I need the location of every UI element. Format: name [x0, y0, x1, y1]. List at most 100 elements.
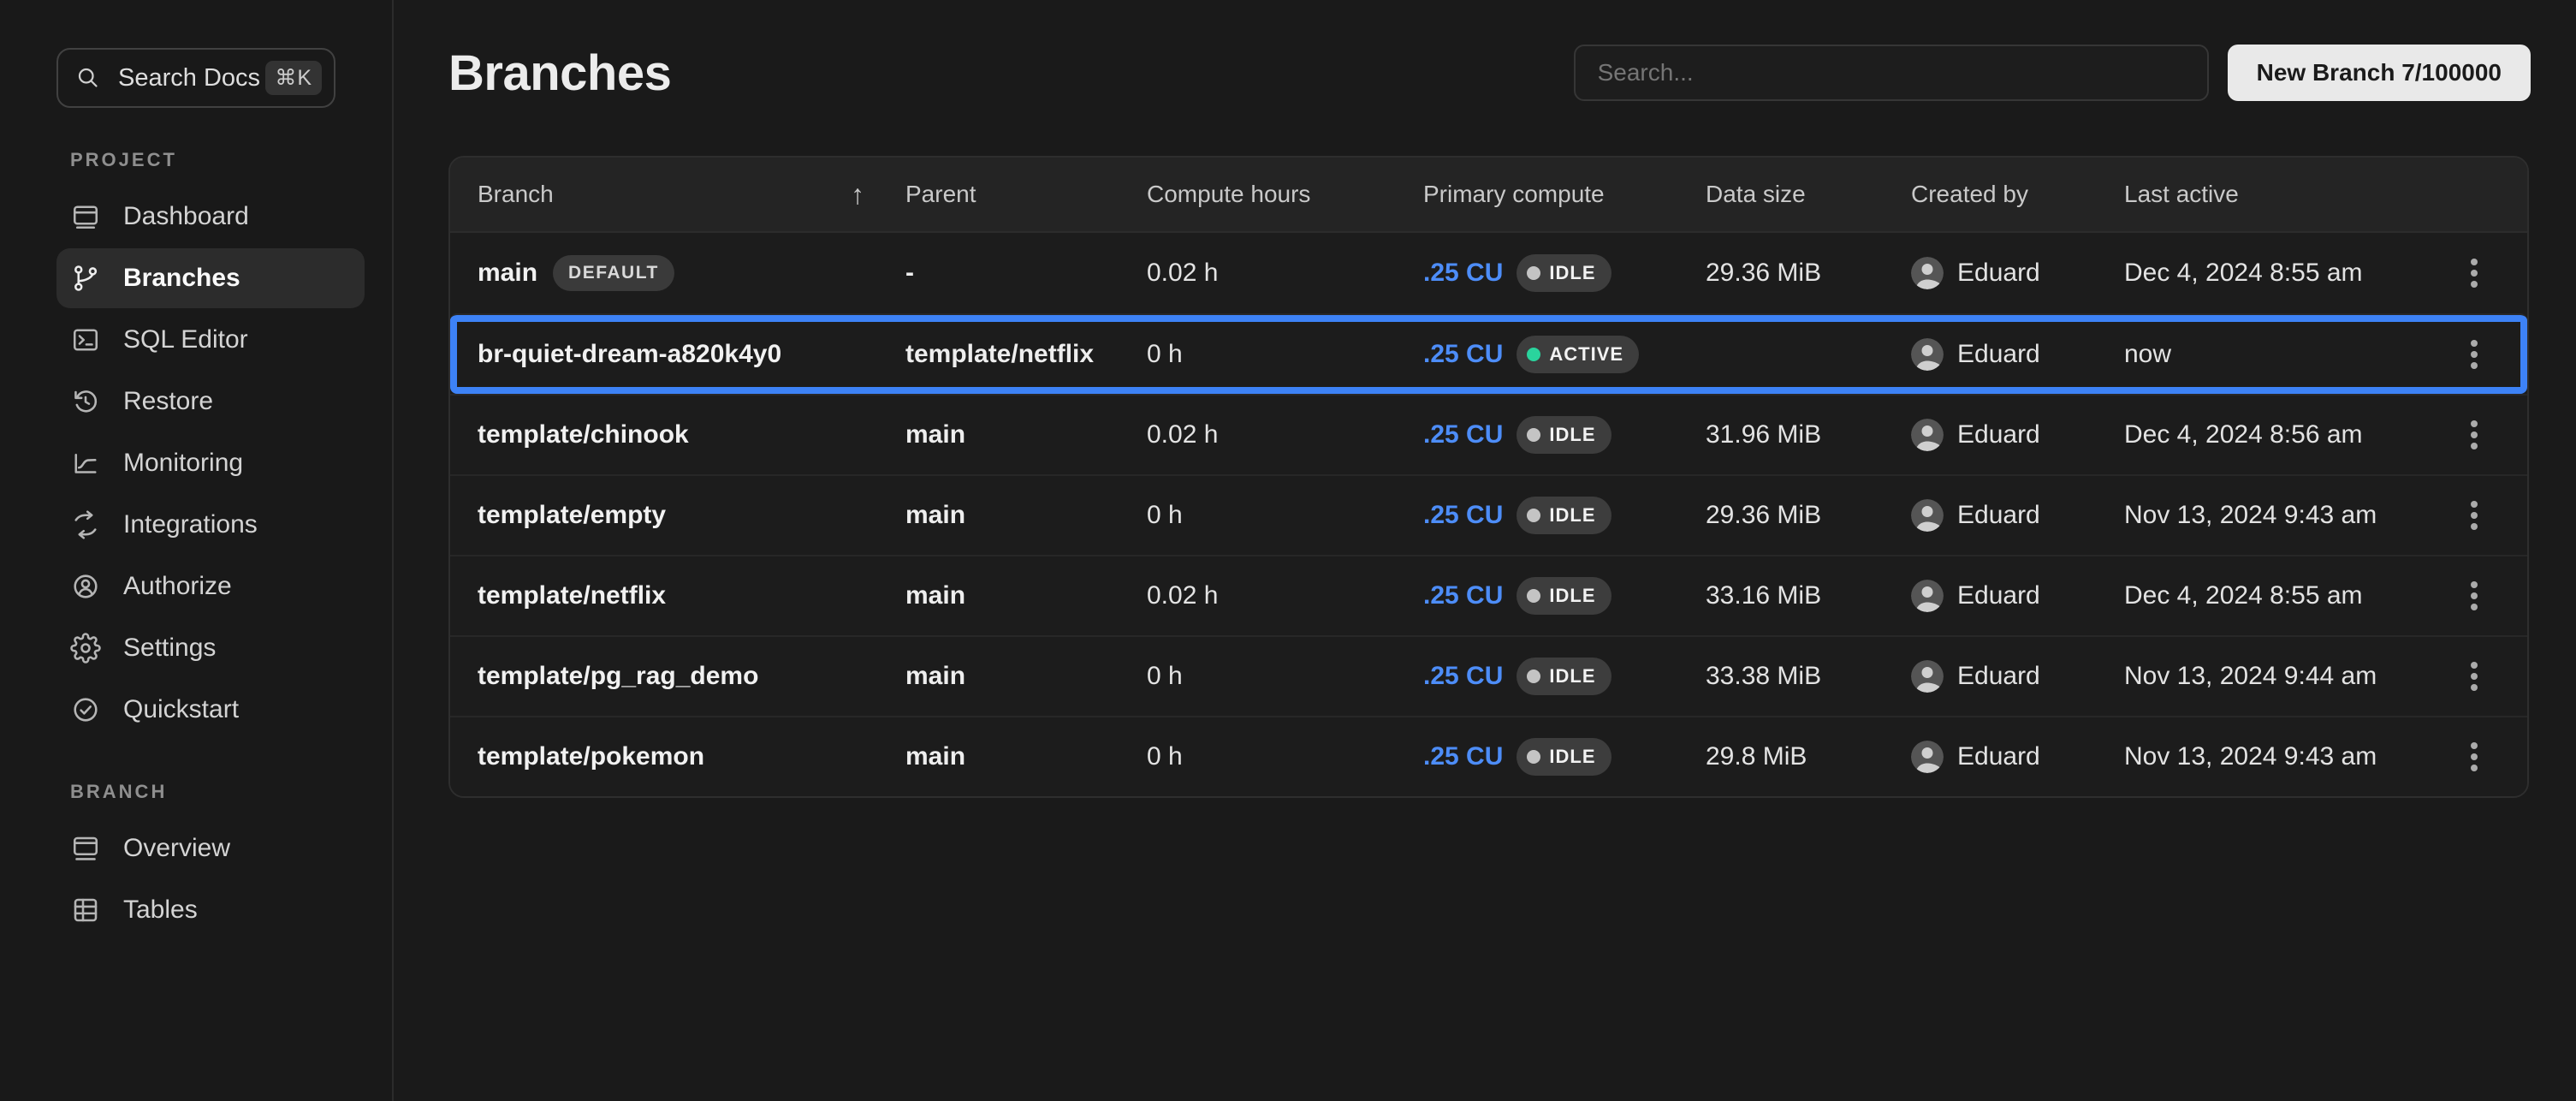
status-dot-icon: [1527, 589, 1540, 603]
column-header-label: Data size: [1706, 181, 1806, 208]
page-title: Branches: [448, 45, 671, 102]
new-branch-button[interactable]: New Branch 7/100000: [2228, 45, 2531, 101]
sidebar-nav: PROJECTDashboardBranchesSQL EditorRestor…: [56, 149, 365, 940]
row-menu-button[interactable]: [2450, 327, 2498, 382]
sidebar-item-label: Restore: [123, 387, 213, 416]
status-dot-icon: [1527, 348, 1540, 361]
column-header-compute-hours[interactable]: Compute hours: [1147, 181, 1423, 208]
page-header: Branches New Branch 7/100000: [448, 38, 2531, 108]
compute-unit-link[interactable]: .25 CU: [1423, 581, 1503, 610]
status-label: IDLE: [1549, 262, 1595, 284]
branch-search-input[interactable]: [1574, 45, 2209, 101]
compute-unit-link[interactable]: .25 CU: [1423, 340, 1503, 369]
compute-unit-link[interactable]: .25 CU: [1423, 259, 1503, 288]
last-active-cell: Nov 13, 2024 9:43 am: [2124, 742, 2442, 771]
table-body: mainDEFAULT-0.02 h.25 CUIDLE29.36 MiBEdu…: [450, 233, 2527, 796]
column-header-parent[interactable]: Parent: [905, 181, 1147, 208]
table-row[interactable]: template/netflixmain0.02 h.25 CUIDLE33.1…: [450, 555, 2527, 635]
row-menu-button[interactable]: [2450, 729, 2498, 784]
table-row[interactable]: template/pokemonmain0 h.25 CUIDLE29.8 Mi…: [450, 716, 2527, 796]
column-header-created-by[interactable]: Created by: [1911, 181, 2124, 208]
avatar: [1911, 580, 1944, 612]
sidebar-item-label: Quickstart: [123, 695, 239, 724]
last-active-cell: Nov 13, 2024 9:43 am: [2124, 501, 2442, 530]
compute-hours-cell: 0 h: [1147, 742, 1423, 771]
sidebar-item-integrations[interactable]: Integrations: [56, 495, 365, 555]
sidebar-item-monitoring[interactable]: Monitoring: [56, 433, 365, 493]
creator-name: Eduard: [1957, 501, 2040, 530]
row-menu-button[interactable]: [2450, 408, 2498, 462]
last-active-cell: Dec 4, 2024 8:55 am: [2124, 581, 2442, 610]
sidebar-item-label: Monitoring: [123, 449, 243, 478]
status-badge: IDLE: [1517, 738, 1611, 776]
status-label: IDLE: [1549, 585, 1595, 607]
sidebar-item-sql-editor[interactable]: SQL Editor: [56, 310, 365, 370]
table-row[interactable]: template/pg_rag_demomain0 h.25 CUIDLE33.…: [450, 635, 2527, 716]
status-dot-icon: [1527, 428, 1540, 442]
compute-hours-cell: 0 h: [1147, 501, 1423, 530]
table-row[interactable]: template/chinookmain0.02 h.25 CUIDLE31.9…: [450, 394, 2527, 474]
compute-unit-link[interactable]: .25 CU: [1423, 420, 1503, 449]
branch-name: template/pokemon: [478, 742, 704, 771]
status-badge: IDLE: [1517, 254, 1611, 292]
primary-compute-cell: .25 CUACTIVE: [1423, 336, 1706, 373]
avatar: [1911, 741, 1944, 773]
column-header-data-size[interactable]: Data size: [1706, 181, 1911, 208]
creator-name: Eduard: [1957, 662, 2040, 691]
compute-hours-cell: 0.02 h: [1147, 259, 1423, 288]
branch-name: br-quiet-dream-a820k4y0: [478, 340, 781, 369]
column-header-last-active[interactable]: Last active: [2124, 181, 2442, 208]
compute-unit-link[interactable]: .25 CU: [1423, 742, 1503, 771]
avatar: [1911, 499, 1944, 532]
data-size-cell: 31.96 MiB: [1706, 420, 1911, 449]
column-header-label: Parent: [905, 181, 976, 208]
row-menu-button[interactable]: [2450, 488, 2498, 543]
data-size-cell: 29.36 MiB: [1706, 501, 1911, 530]
table-header-row: Branch↑Parent Compute hours Primary comput…: [450, 158, 2527, 233]
column-header-primary-compute[interactable]: Primary compute: [1423, 181, 1706, 208]
sidebar-item-tables[interactable]: Tables: [56, 880, 365, 940]
sidebar-item-branches[interactable]: Branches: [56, 248, 365, 308]
sidebar-item-label: Branches: [123, 264, 240, 293]
parent-cell: -: [905, 259, 1147, 288]
data-size-cell: 33.16 MiB: [1706, 581, 1911, 610]
branch-name: template/netflix: [478, 581, 666, 610]
sort-ascending-icon[interactable]: ↑: [851, 179, 864, 211]
avatar: [1911, 338, 1944, 371]
sidebar-item-authorize[interactable]: Authorize: [56, 556, 365, 616]
table-row[interactable]: br-quiet-dream-a820k4y0template/netflix0…: [450, 313, 2527, 394]
row-actions-cell: [2442, 729, 2527, 784]
parent-cell: main: [905, 420, 1147, 449]
branch-cell: template/netflix: [450, 581, 905, 610]
row-menu-button[interactable]: [2450, 246, 2498, 301]
status-badge: IDLE: [1517, 416, 1611, 454]
row-menu-button[interactable]: [2450, 568, 2498, 623]
kebab-icon: [2471, 270, 2478, 277]
column-header-label: Compute hours: [1147, 181, 1310, 208]
sidebar-item-restore[interactable]: Restore: [56, 372, 365, 431]
row-menu-button[interactable]: [2450, 649, 2498, 704]
sidebar-item-dashboard[interactable]: Dashboard: [56, 187, 365, 247]
compute-unit-link[interactable]: .25 CU: [1423, 501, 1503, 530]
compute-unit-link[interactable]: .25 CU: [1423, 662, 1503, 691]
compute-hours-cell: 0.02 h: [1147, 581, 1423, 610]
sidebar-item-settings[interactable]: Settings: [56, 618, 365, 678]
branch-cell: template/chinook: [450, 420, 905, 449]
sidebar-item-overview[interactable]: Overview: [56, 818, 365, 878]
column-header-branch[interactable]: Branch↑: [450, 179, 905, 211]
data-size-cell: 33.38 MiB: [1706, 662, 1911, 691]
table-row[interactable]: template/emptymain0 h.25 CUIDLE29.36 MiB…: [450, 474, 2527, 555]
table-row[interactable]: mainDEFAULT-0.02 h.25 CUIDLE29.36 MiBEdu…: [450, 233, 2527, 313]
sidebar-item-quickstart[interactable]: Quickstart: [56, 680, 365, 740]
kebab-icon: [2471, 673, 2478, 680]
header-actions: New Branch 7/100000: [1574, 45, 2531, 101]
column-header-label: Primary compute: [1423, 181, 1605, 208]
row-actions-cell: [2442, 568, 2527, 623]
search-docs-button[interactable]: Search Docs ⌘K: [56, 48, 335, 108]
quickstart-icon: [70, 694, 101, 725]
branch-name: template/pg_rag_demo: [478, 662, 758, 691]
row-actions-cell: [2442, 488, 2527, 543]
last-active-cell: Dec 4, 2024 8:55 am: [2124, 259, 2442, 288]
row-actions-cell: [2442, 246, 2527, 301]
branches-icon: [70, 263, 101, 294]
